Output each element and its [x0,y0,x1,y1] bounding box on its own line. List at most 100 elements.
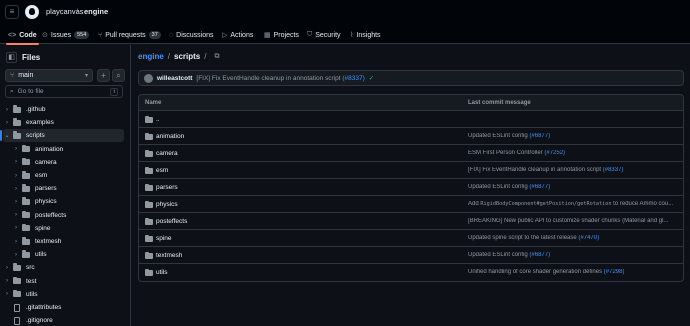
chevron-right-icon[interactable]: › [3,278,11,284]
parent-dir-row[interactable]: .. [139,111,683,128]
tree-folder-item[interactable]: › spine [3,222,124,235]
commit-message-link[interactable]: Updated spine script to the latest relea… [468,235,599,241]
commit-text: ESM First Person Controller [468,150,543,156]
tree-item-label: textmesh [35,238,62,245]
chevron-down-icon[interactable]: ⌄ [3,132,11,139]
commit-message-link[interactable]: [BREAKING] New public API to customize s… [468,218,668,224]
tree-folder-item[interactable]: › src [3,261,124,274]
github-logo-icon[interactable] [25,5,39,19]
check-icon[interactable]: ✓ [369,74,374,82]
tab-issues[interactable]: ⊙ Issues 554 [42,26,90,44]
chevron-right-icon[interactable]: › [12,252,20,258]
branch-selector[interactable]: ⑂ main ▾ [5,69,93,82]
chevron-right-icon[interactable]: › [12,173,20,179]
commit-message-link[interactable]: Updated ESLint config (#6877) [468,252,550,258]
folder-name-link[interactable]: posteffects [156,218,187,225]
folder-name-link[interactable]: parsers [156,184,178,191]
tree-folder-item[interactable]: › camera [3,156,124,169]
tab-security[interactable]: ⛉ Security [307,26,341,44]
chevron-right-icon[interactable]: › [3,265,11,271]
tree-folder-item[interactable]: › textmesh [3,235,124,248]
folder-name-link[interactable]: camera [156,150,178,157]
tree-file-item[interactable]: .gitignore [3,314,124,326]
menu-icon[interactable]: ≡ [5,5,19,19]
copy-icon[interactable]: ⧉ [214,53,219,61]
chevron-right-icon[interactable]: › [12,239,20,245]
commit-message[interactable]: [FIX] Fix EventHandle cleanup in annotat… [196,75,364,82]
tab-pull-requests[interactable]: ⑂ Pull requests 37 [98,26,161,44]
commit-message-link[interactable]: [FIX] Fix EventHandle cleanup in annotat… [468,167,623,173]
table-row[interactable]: parsers Updated ESLint config (#6877) [139,179,683,196]
add-file-button[interactable]: + [97,69,110,82]
commit-author[interactable]: willeastcott [157,75,192,82]
tree-item-label: posteffects [35,211,67,219]
tab-insights[interactable]: ⌇ Insights [350,26,381,44]
table-row[interactable]: physics Add RigidBodyComponent#getPositio… [139,196,683,213]
tree-folder-item[interactable]: ⌄ scripts [0,129,124,143]
table-row[interactable]: animation Updated ESLint config (#6877) [139,128,683,145]
table-row[interactable]: textmesh Updated ESLint config (#6877) [139,247,683,264]
table-row[interactable]: posteffects [BREAKING] New public API to … [139,213,683,230]
tree-folder-item[interactable]: › utils [3,288,124,301]
count-badge: 37 [148,31,161,39]
chevron-right-icon[interactable]: › [12,146,20,152]
pr-link[interactable]: (#6877) [529,184,550,190]
chevron-right-icon[interactable]: › [12,225,20,231]
commit-message-link[interactable]: Add RigidBodyComponent#getPosition/getRo… [468,201,673,207]
tree-folder-item[interactable]: › esm [3,169,124,182]
folder-name-link[interactable]: textmesh [156,252,182,259]
repo-tabs: <> Code ⊙ Issues 554 ⑂ Pull requests 37 … [0,26,690,45]
table-row[interactable]: esm [FIX] Fix EventHandle cleanup in anno… [139,162,683,179]
table-row[interactable]: camera ESM First Person Controller (#7252… [139,145,683,162]
commit-message-link[interactable]: Updated ESLint config (#6877) [468,133,550,139]
tree-folder-item[interactable]: › .github [3,103,124,116]
tab-label: Insights [356,31,381,39]
avatar[interactable] [144,73,153,83]
tree-folder-item[interactable]: › parsers [3,182,124,195]
tree-folder-item[interactable]: › animation [3,143,124,156]
commit-message-link[interactable]: Updated ESLint config (#6877) [468,184,550,190]
pr-link[interactable]: (#7252) [544,150,565,156]
sidebar-collapse-icon[interactable]: ◧ [6,52,17,63]
commit-message-text[interactable]: [FIX] Fix EventHandle cleanup in annotat… [196,75,340,82]
tab-code[interactable]: <> Code [6,26,39,45]
folder-name-link[interactable]: esm [156,167,168,174]
tree-folder-item[interactable]: › physics [3,195,124,208]
table-row[interactable]: utils Unified handling of core shader gen… [139,264,683,281]
pr-link[interactable]: (#6877) [529,252,550,258]
table-row[interactable]: spine Updated spine script to the latest … [139,230,683,247]
parent-dir-link[interactable]: .. [156,116,160,123]
tree-folder-item[interactable]: › posteffects [3,209,124,222]
go-to-file-input[interactable]: ⌕ Go to file t [5,85,123,98]
commit-message-link[interactable]: ESM First Person Controller (#7252) [468,150,565,156]
repo-link[interactable]: engine [84,7,108,16]
chevron-right-icon[interactable]: › [12,199,20,205]
file-icon [14,303,20,312]
pr-link[interactable]: (#6877) [529,133,550,139]
tree-folder-item[interactable]: › test [3,275,124,288]
pr-link[interactable]: (#7470) [578,235,599,241]
chevron-right-icon[interactable]: › [12,159,20,165]
tab-projects[interactable]: ▦ Projects [264,26,299,44]
pr-link[interactable]: (#7298) [604,269,625,275]
folder-name-link[interactable]: animation [156,133,184,140]
pr-link[interactable]: (#8337) [603,167,624,173]
chevron-right-icon[interactable]: › [3,291,11,297]
chevron-right-icon[interactable]: › [12,186,20,192]
folder-name-link[interactable]: spine [156,235,172,242]
breadcrumb-repo[interactable]: engine [138,52,164,61]
search-button[interactable]: ⌕ [112,69,125,82]
tab-discussions[interactable]: ◌ Discussions [169,26,214,44]
folder-name-link[interactable]: utils [156,269,168,276]
tree-file-item[interactable]: .gitattributes [3,301,124,314]
chevron-right-icon[interactable]: › [3,107,11,113]
tree-folder-item[interactable]: › examples [3,116,124,129]
chevron-right-icon[interactable]: › [12,212,20,218]
folder-name-link[interactable]: physics [156,201,178,208]
tab-actions[interactable]: ▷ Actions [222,26,253,44]
chevron-right-icon[interactable]: › [3,120,11,126]
commit-pr-link[interactable]: (#8337) [342,75,364,82]
commit-message-link[interactable]: Unified handling of core shader generati… [468,269,624,275]
tree-folder-item[interactable]: › utils [3,248,124,261]
shortcut-key: t [110,87,118,96]
